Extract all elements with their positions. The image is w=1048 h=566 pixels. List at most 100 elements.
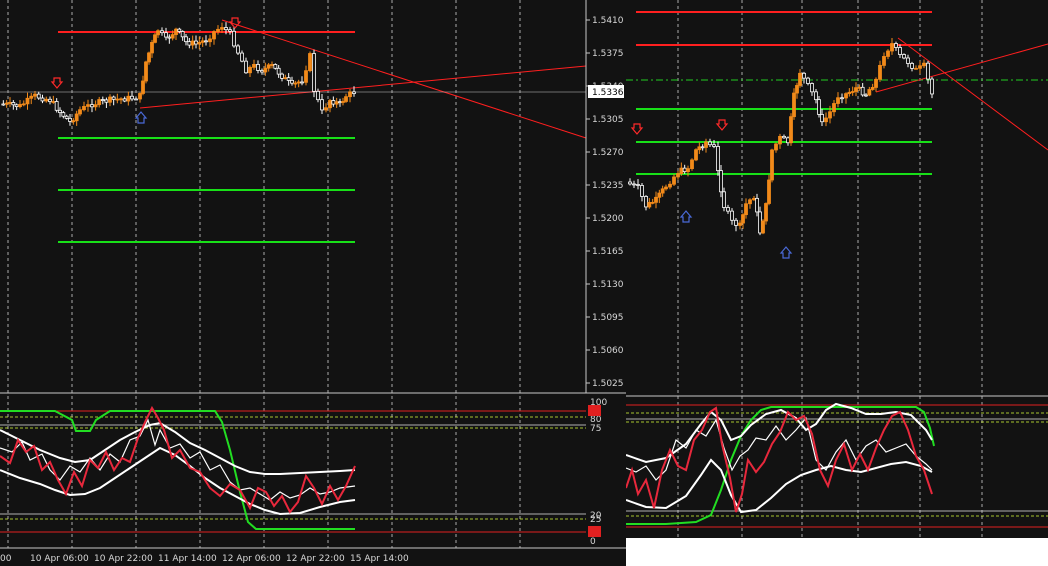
candle-body <box>44 98 49 102</box>
time-axis-label: 15 Apr 14:00 <box>350 554 409 564</box>
candle-body <box>236 45 240 54</box>
time-axis-label: 12 Apr 22:00 <box>286 554 345 564</box>
candle-body <box>806 77 810 84</box>
candle-body <box>156 30 160 36</box>
candle-body <box>722 191 726 208</box>
candle-body <box>216 28 220 33</box>
candle-body <box>200 40 205 43</box>
candle-body <box>741 214 745 224</box>
candle-body <box>738 222 742 226</box>
candle-body <box>1 103 6 106</box>
candle-body <box>184 36 188 43</box>
candle-body <box>930 78 934 95</box>
candle-body <box>850 91 855 93</box>
candle-body <box>632 183 636 186</box>
candle-body <box>97 99 102 106</box>
right-candles <box>628 38 934 236</box>
candle-body <box>647 202 652 208</box>
candle-body <box>854 87 858 92</box>
right-chart-canvas[interactable] <box>626 0 1048 538</box>
candle-body <box>212 31 216 40</box>
arrow-up-icon <box>134 111 148 124</box>
time-axis-label: 12 Apr 06:00 <box>222 554 281 564</box>
candle-body <box>914 67 918 70</box>
candle-body <box>824 117 828 123</box>
candle-body <box>180 31 185 38</box>
candle-body <box>194 40 198 45</box>
descending-trendline[interactable] <box>897 37 1048 151</box>
candle-body <box>119 98 123 101</box>
candle-body <box>734 219 738 226</box>
candle-body <box>348 91 352 98</box>
oscillator-fast-line <box>626 406 933 513</box>
candle-body <box>820 114 824 123</box>
candle-body <box>111 96 116 100</box>
candle-body <box>874 78 878 88</box>
arrow-up-icon <box>679 210 693 223</box>
candle-body <box>700 146 705 149</box>
oscillator-axis-label: 25 <box>590 515 601 525</box>
candle-body <box>153 34 157 43</box>
candle-body <box>82 106 86 111</box>
left-chart-window[interactable]: 1.54101.53751.53401.53051.52701.52351.52… <box>0 0 626 566</box>
price-axis-label: 1.5200 <box>592 214 624 224</box>
candle-body <box>341 101 345 103</box>
candle-body <box>78 109 82 115</box>
candle-body <box>90 104 94 108</box>
right-chart-window[interactable] <box>626 0 1048 538</box>
candle-body <box>134 98 138 101</box>
candle-body <box>58 109 62 114</box>
candle-body <box>782 135 786 139</box>
candle-body <box>293 82 298 85</box>
candle-body <box>730 210 734 221</box>
price-axis-label: 1.5025 <box>592 379 624 389</box>
candle-body <box>918 65 922 69</box>
candle-body <box>860 86 865 96</box>
candle-body <box>758 211 762 234</box>
current-price-tag: 1.5336 <box>588 85 624 98</box>
price-axis-label: 1.5375 <box>592 49 624 59</box>
candle-body <box>147 52 151 63</box>
candle-body <box>283 77 288 80</box>
candle-body <box>628 181 632 185</box>
candle-body <box>300 81 304 84</box>
price-axis-label: 1.5130 <box>592 280 624 290</box>
ascending-trendline[interactable] <box>139 65 587 109</box>
candle-body <box>33 93 37 97</box>
candle-body <box>126 95 131 102</box>
candle-body <box>232 30 236 47</box>
candle-body <box>694 149 698 161</box>
candle-body <box>252 63 256 68</box>
candle-body <box>657 192 662 198</box>
descending-trendline[interactable] <box>221 19 587 139</box>
candle-body <box>25 97 30 105</box>
price-axis: 1.54101.53751.53401.53051.52701.52351.52… <box>586 16 624 389</box>
candle-body <box>328 100 332 109</box>
candle-body <box>344 96 348 102</box>
oscillator-axis-label: 0 <box>590 537 596 547</box>
candle-body <box>870 87 875 90</box>
candle-body <box>770 149 774 181</box>
arrow-up-icon <box>779 246 793 259</box>
candle-body <box>814 91 818 101</box>
left-chart-canvas[interactable]: 1.54101.53751.53401.53051.52701.52351.52… <box>0 0 626 566</box>
left-candles <box>1 22 356 126</box>
candle-body <box>276 67 281 75</box>
candle-body <box>64 115 69 119</box>
candle-body <box>167 36 172 39</box>
candle-body <box>679 167 684 175</box>
candle-body <box>672 176 676 185</box>
candle-body <box>910 63 914 69</box>
candle-body <box>256 63 260 71</box>
price-axis-label: 1.5410 <box>592 16 624 26</box>
time-axis-label: :00 <box>0 554 12 564</box>
candle-body <box>726 207 730 212</box>
arrow-down-icon <box>50 77 64 89</box>
candle-body <box>755 197 759 213</box>
candle-body <box>270 64 274 66</box>
candle-body <box>690 159 694 170</box>
right-support-levels <box>636 108 932 175</box>
candle-body <box>130 95 134 100</box>
candle-body <box>640 185 644 197</box>
time-axis-label: 10 Apr 06:00 <box>30 554 89 564</box>
